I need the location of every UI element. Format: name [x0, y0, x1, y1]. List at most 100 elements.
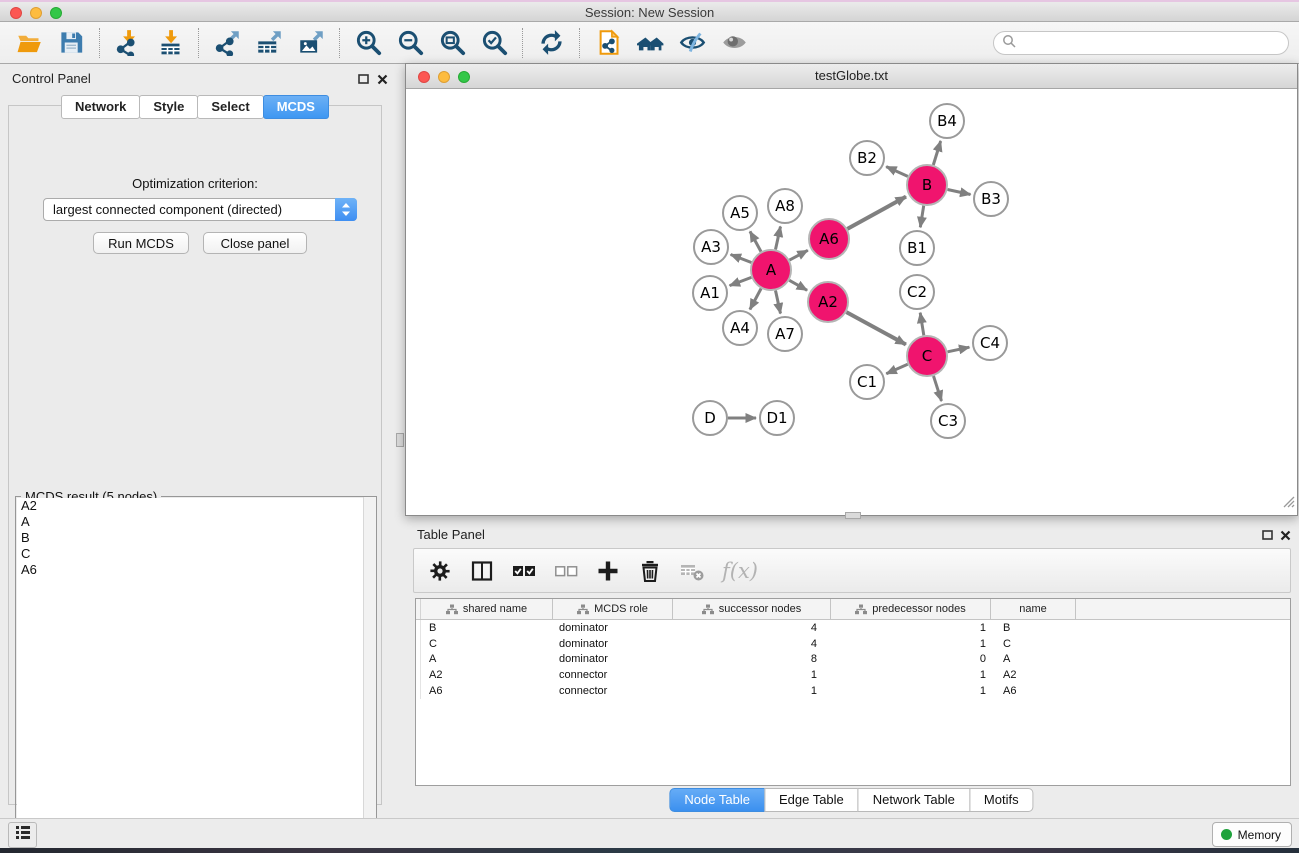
graph-edge-A-A1[interactable] — [730, 277, 752, 285]
task-history-button[interactable] — [8, 822, 37, 848]
table-row[interactable]: A2connector11A2 — [416, 667, 1290, 683]
mcds-result-item[interactable]: A — [17, 514, 375, 530]
criterion-dropdown[interactable]: largest connected component (directed) — [43, 198, 357, 221]
table-float-panel-icon[interactable] — [1262, 528, 1273, 546]
graph-edge-B-B2[interactable] — [886, 167, 908, 177]
graph-edge-A6-B[interactable] — [847, 197, 906, 229]
column-header-shared-name[interactable]: shared name — [421, 599, 553, 619]
mcds-result-item[interactable]: A2 — [17, 498, 375, 514]
graph-edge-C-C1[interactable] — [886, 364, 907, 373]
graph-node-C3[interactable]: C3 — [931, 404, 965, 438]
close-panel-icon[interactable] — [377, 72, 388, 90]
home-button[interactable] — [632, 25, 668, 61]
graph-node-A8[interactable]: A8 — [768, 189, 802, 223]
deselect-all-checks-button[interactable] — [554, 559, 578, 583]
save-session-button[interactable] — [53, 25, 89, 61]
tab-network[interactable]: Network — [61, 95, 140, 119]
graph-edge-B-B4[interactable] — [933, 141, 940, 165]
column-header-MCDS-role[interactable]: MCDS role — [553, 599, 673, 619]
search-field[interactable] — [993, 31, 1289, 55]
add-column-button[interactable] — [596, 559, 620, 583]
graph-node-C2[interactable]: C2 — [900, 275, 934, 309]
table-settings-gear-button[interactable] — [428, 559, 452, 583]
graph-edge-A-A2[interactable] — [789, 280, 807, 290]
graph-node-C1[interactable]: C1 — [850, 365, 884, 399]
mcds-result-list[interactable]: A2ABCA6 — [17, 498, 375, 837]
table-close-panel-icon[interactable] — [1280, 528, 1291, 546]
graph-edge-C-C4[interactable] — [948, 347, 970, 352]
tab-style[interactable]: Style — [139, 95, 198, 119]
export-table-button[interactable] — [251, 25, 287, 61]
select-all-checks-button[interactable] — [512, 559, 536, 583]
zoom-selected-button[interactable] — [476, 25, 512, 61]
graph-node-D1[interactable]: D1 — [760, 401, 794, 435]
mcds-list-scrollbar[interactable] — [363, 497, 376, 838]
graph-edge-A-A3[interactable] — [731, 255, 752, 263]
mcds-result-item[interactable]: B — [17, 530, 375, 546]
run-mcds-button[interactable]: Run MCDS — [93, 232, 189, 254]
graph-node-A[interactable]: A — [751, 250, 791, 290]
graph-edge-A-A6[interactable] — [790, 250, 808, 260]
refresh-layout-button[interactable] — [533, 25, 569, 61]
graph-edge-B-B3[interactable] — [948, 190, 971, 195]
graph-node-C4[interactable]: C4 — [973, 326, 1007, 360]
tab-mcds[interactable]: MCDS — [263, 95, 329, 119]
graph-node-B2[interactable]: B2 — [850, 141, 884, 175]
table-row[interactable]: Adominator80A — [416, 652, 1290, 668]
mcds-result-item[interactable]: C — [17, 546, 375, 562]
resize-grip-icon[interactable] — [1282, 495, 1295, 513]
column-header-predecessor-nodes[interactable]: predecessor nodes — [831, 599, 991, 619]
graph-node-A5[interactable]: A5 — [723, 196, 757, 230]
table-row[interactable]: Bdominator41B — [416, 620, 1290, 636]
graph-node-C[interactable]: C — [907, 336, 947, 376]
search-input[interactable] — [1016, 34, 1288, 52]
zoom-fit-button[interactable] — [434, 25, 470, 61]
import-table-button[interactable] — [152, 25, 188, 61]
graph-edge-A-A5[interactable] — [750, 231, 761, 251]
graph-node-A4[interactable]: A4 — [723, 311, 757, 345]
show-graphics-eye-button[interactable] — [716, 25, 752, 61]
network-window-titlebar[interactable]: testGlobe.txt — [406, 64, 1297, 89]
graph-edge-A2-C[interactable] — [846, 312, 906, 344]
graph-edge-B-B1[interactable] — [920, 206, 923, 228]
export-image-button[interactable] — [293, 25, 329, 61]
graph-node-B4[interactable]: B4 — [930, 104, 964, 138]
tab-node-table[interactable]: Node Table — [669, 788, 765, 812]
graph-node-A7[interactable]: A7 — [768, 317, 802, 351]
graph-edge-A-A8[interactable] — [776, 227, 781, 250]
graph-edge-C-C3[interactable] — [934, 376, 942, 401]
graph-node-A1[interactable]: A1 — [693, 276, 727, 310]
graph-node-B3[interactable]: B3 — [974, 182, 1008, 216]
export-network-button[interactable] — [209, 25, 245, 61]
tab-select[interactable]: Select — [197, 95, 263, 119]
tab-motifs[interactable]: Motifs — [969, 788, 1034, 812]
graph-edge-C-C2[interactable] — [920, 313, 924, 336]
table-row[interactable]: Cdominator41C — [416, 636, 1290, 652]
graph-node-A3[interactable]: A3 — [694, 230, 728, 264]
close-panel-button[interactable]: Close panel — [203, 232, 307, 254]
graph-edge-A-A4[interactable] — [750, 289, 761, 310]
column-header-name[interactable]: name — [991, 599, 1076, 619]
open-session-button[interactable] — [11, 25, 47, 61]
table-row[interactable]: A6connector11A6 — [416, 683, 1290, 699]
column-header-successor-nodes[interactable]: successor nodes — [673, 599, 831, 619]
float-panel-icon[interactable] — [358, 72, 369, 90]
graph-node-B1[interactable]: B1 — [900, 231, 934, 265]
mcds-result-item[interactable]: A6 — [17, 562, 375, 578]
column-layout-button[interactable] — [470, 559, 494, 583]
vertical-splitter-handle[interactable] — [396, 433, 404, 447]
zoom-out-button[interactable] — [392, 25, 428, 61]
memory-button[interactable]: Memory — [1212, 822, 1292, 847]
graph-node-B[interactable]: B — [907, 165, 947, 205]
graph-edge-A-A7[interactable] — [776, 291, 781, 314]
hide-selected-eye-button[interactable] — [674, 25, 710, 61]
zoom-in-button[interactable] — [350, 25, 386, 61]
graph-node-A6[interactable]: A6 — [809, 219, 849, 259]
import-network-button[interactable] — [110, 25, 146, 61]
delete-columns-button[interactable] — [638, 559, 662, 583]
tab-network-table[interactable]: Network Table — [858, 788, 970, 812]
network-file-button[interactable] — [590, 25, 626, 61]
graph-node-D[interactable]: D — [693, 401, 727, 435]
horizontal-splitter-handle[interactable] — [845, 512, 861, 519]
tab-edge-table[interactable]: Edge Table — [764, 788, 859, 812]
